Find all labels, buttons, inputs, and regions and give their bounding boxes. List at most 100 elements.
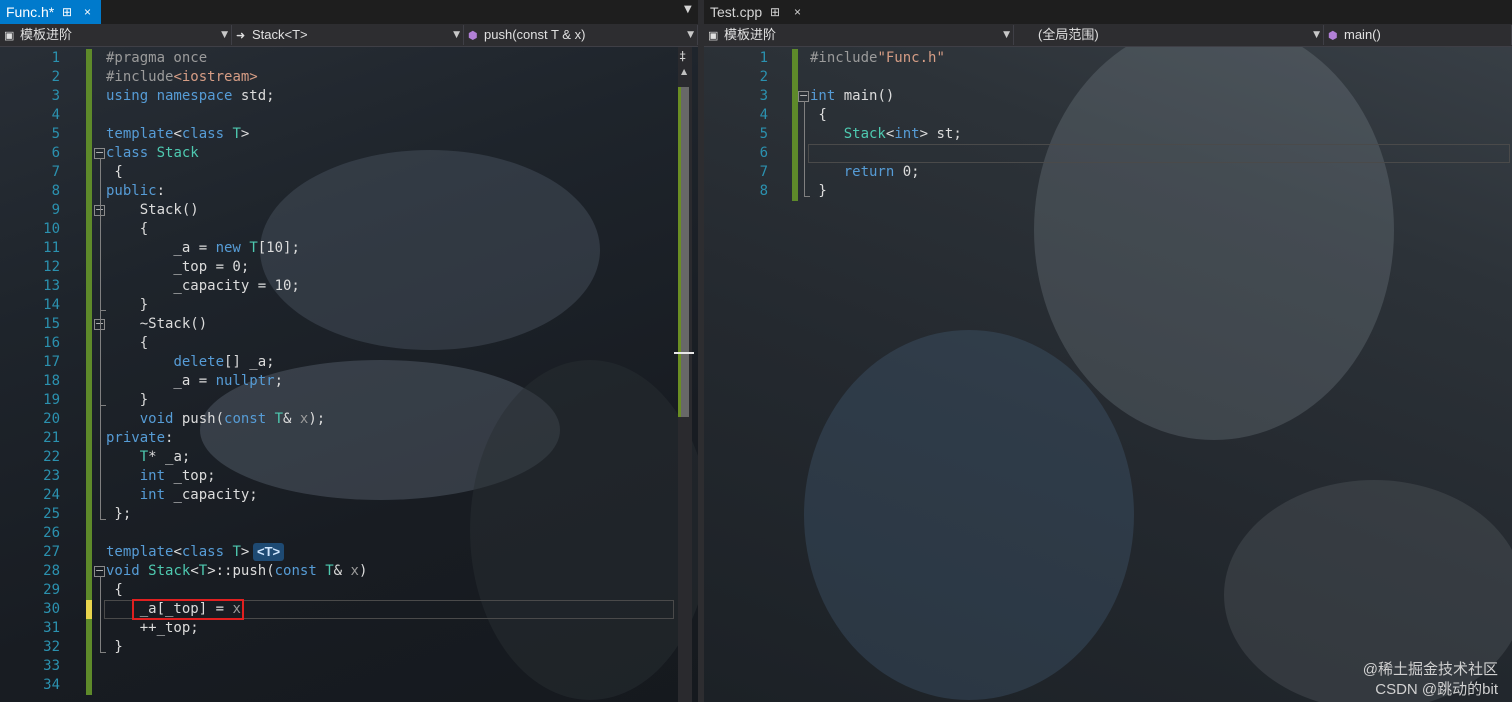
editor-pane-test-cpp: Test.cpp ⊞ × ▣ 模板进阶 ▼ (全局范围) ▼ ⬢ main() 1 #… bbox=[704, 0, 1512, 702]
code-text: } bbox=[106, 297, 149, 313]
code-line[interactable]: 3 using namespace std; bbox=[0, 87, 698, 106]
line-number: 9 bbox=[51, 202, 60, 218]
project-dropdown[interactable]: ▣ 模板进阶 ▼ bbox=[704, 25, 1014, 45]
line-number: 32 bbox=[43, 639, 60, 655]
line-number: 5 bbox=[759, 126, 768, 142]
project-icon: ▣ bbox=[4, 30, 15, 42]
code-text: T* _a; bbox=[139, 449, 191, 465]
template-hint-badge[interactable]: <T> bbox=[253, 543, 285, 561]
navigation-bar: ▣ 模板进阶 ▼ (全局范围) ▼ ⬢ main() bbox=[704, 24, 1512, 47]
line-number: 3 bbox=[759, 88, 768, 104]
code-text: _a = new T[10]; bbox=[106, 240, 300, 256]
project-dropdown[interactable]: ▣ 模板进阶 ▼ bbox=[0, 25, 232, 45]
tab-bar: Test.cpp ⊞ × bbox=[704, 0, 1512, 26]
code-text: _a = nullptr; bbox=[106, 373, 284, 389]
code-text: { bbox=[106, 335, 149, 351]
code-text: int _capacity; bbox=[139, 487, 258, 503]
line-number: 17 bbox=[43, 354, 60, 370]
scope-guide bbox=[100, 329, 106, 406]
chevron-down-icon: ▼ bbox=[221, 30, 228, 40]
line-number: 8 bbox=[51, 183, 60, 199]
code-editor[interactable]: 1 #pragma once 2 #include<iostream> 3 using n… bbox=[0, 47, 698, 702]
chevron-down-icon: ▼ bbox=[1003, 30, 1010, 40]
code-text: class Stack bbox=[106, 145, 199, 161]
scope-guide bbox=[100, 215, 106, 311]
code-text: int main() bbox=[810, 88, 895, 104]
code-text: public: bbox=[106, 183, 166, 199]
code-text: ~Stack() bbox=[106, 316, 208, 332]
method-icon: ⬢ bbox=[1328, 30, 1338, 42]
code-line[interactable]: 1 #include"Func.h" bbox=[704, 49, 1512, 68]
code-line[interactable]: 5 Stack<int> st; bbox=[704, 125, 1512, 144]
line-number: 14 bbox=[43, 297, 60, 313]
member-dropdown[interactable]: ⬢ push(const T & x) ▼ bbox=[464, 25, 698, 45]
chevron-down-icon[interactable]: ▼ bbox=[684, 4, 692, 15]
code-line[interactable]: 1 #pragma once bbox=[0, 49, 698, 68]
close-icon[interactable]: × bbox=[84, 0, 91, 24]
line-number: 7 bbox=[759, 164, 768, 180]
line-number: 12 bbox=[43, 259, 60, 275]
pin-icon[interactable]: ⊞ bbox=[770, 0, 780, 24]
code-line[interactable]: 4 bbox=[0, 106, 698, 125]
code-text: } bbox=[106, 639, 123, 655]
editor-pane-func-h: Func.h* ⊞ × ▼ ▣ 模板进阶 ▼ ➜ Stack<T> ▼ ⬢ push(… bbox=[0, 0, 698, 702]
tab-title: Test.cpp bbox=[710, 4, 763, 20]
code-line[interactable]: 27 template<class T> bbox=[0, 543, 698, 562]
code-text: delete[] _a; bbox=[173, 354, 275, 370]
member-dropdown[interactable]: ⬢ main() bbox=[1324, 25, 1512, 45]
line-number: 33 bbox=[43, 658, 60, 674]
code-text: #pragma once bbox=[106, 50, 208, 66]
code-line[interactable]: 4 { bbox=[704, 106, 1512, 125]
code-line[interactable]: 7 return 0; bbox=[704, 163, 1512, 182]
code-text: void Stack<T>::push(const T& x) bbox=[106, 563, 368, 579]
scroll-thumb[interactable] bbox=[681, 87, 689, 417]
split-editor-icon[interactable]: ‡ bbox=[679, 49, 686, 63]
line-number: 6 bbox=[759, 145, 768, 161]
code-text: { bbox=[106, 582, 123, 598]
tab-title: Func.h* bbox=[6, 4, 55, 20]
line-number: 1 bbox=[759, 50, 768, 66]
code-text: int _top; bbox=[139, 468, 216, 484]
scope-dropdown[interactable]: ➜ Stack<T> ▼ bbox=[232, 25, 464, 45]
code-line[interactable]: 5 template<class T> bbox=[0, 125, 698, 144]
line-number: 10 bbox=[43, 221, 60, 237]
code-text: Stack<int> st; bbox=[843, 126, 962, 142]
current-line-highlight bbox=[808, 144, 1510, 163]
tab-func-h[interactable]: Func.h* ⊞ × bbox=[0, 0, 101, 24]
project-icon: ▣ bbox=[708, 30, 719, 42]
code-text: #include"Func.h" bbox=[810, 50, 945, 66]
line-number: 2 bbox=[759, 69, 768, 85]
error-highlight-box bbox=[132, 599, 244, 620]
code-text: Stack() bbox=[106, 202, 199, 218]
code-line[interactable]: 2 bbox=[704, 68, 1512, 87]
chevron-down-icon: ▼ bbox=[687, 30, 694, 40]
line-number: 7 bbox=[51, 164, 60, 180]
code-line[interactable]: 2 #include<iostream> bbox=[0, 68, 698, 87]
code-text: { bbox=[106, 164, 123, 180]
scope-dropdown[interactable]: (全局范围) ▼ bbox=[1014, 25, 1324, 45]
line-number: 6 bbox=[51, 145, 60, 161]
line-number: 23 bbox=[43, 468, 60, 484]
watermark-juejin: @稀土掘金技术社区 bbox=[1362, 661, 1498, 678]
code-text: #include<iostream> bbox=[106, 69, 258, 85]
tab-test-cpp[interactable]: Test.cpp ⊞ × bbox=[704, 0, 814, 24]
line-number: 30 bbox=[43, 601, 60, 617]
edit-marker bbox=[86, 600, 92, 619]
code-editor[interactable]: 1 #include"Func.h" 2 3 int main() 4 {5 Stack<… bbox=[704, 47, 1512, 702]
code-line[interactable]: 8 } bbox=[704, 182, 1512, 201]
close-icon[interactable]: × bbox=[794, 0, 801, 24]
line-number: 25 bbox=[43, 506, 60, 522]
line-number: 24 bbox=[43, 487, 60, 503]
pin-icon[interactable]: ⊞ bbox=[62, 0, 72, 24]
code-line[interactable]: 33 bbox=[0, 657, 698, 676]
line-number: 27 bbox=[43, 544, 60, 560]
line-number: 21 bbox=[43, 430, 60, 446]
scroll-up-icon[interactable]: ▲ bbox=[681, 67, 687, 76]
caret-marker bbox=[674, 352, 694, 354]
line-number: 29 bbox=[43, 582, 60, 598]
code-line[interactable]: 34 bbox=[0, 676, 698, 695]
vertical-scrollbar[interactable]: ‡ ▲ bbox=[674, 47, 694, 702]
line-number: 2 bbox=[51, 69, 60, 85]
code-line[interactable]: 26 bbox=[0, 524, 698, 543]
code-line[interactable]: 3 int main() bbox=[704, 87, 1512, 106]
